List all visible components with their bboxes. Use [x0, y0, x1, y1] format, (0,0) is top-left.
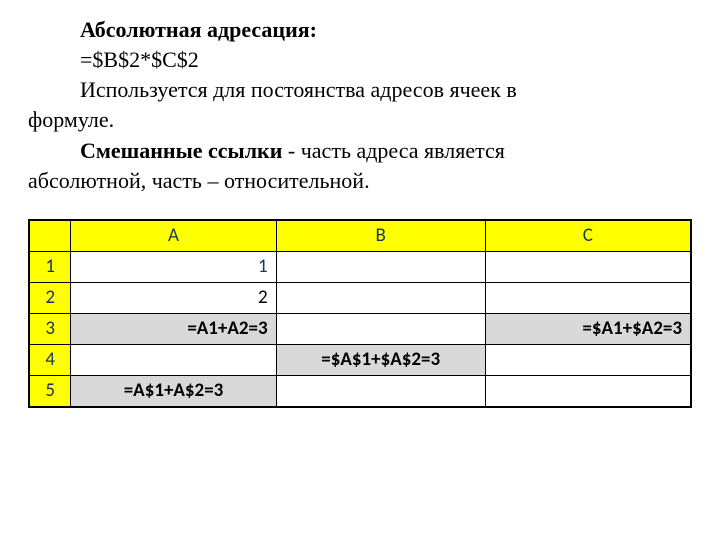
cell-B3: [276, 313, 485, 344]
cell-C3: =$A1+$A2=3: [485, 313, 690, 344]
cell-A1: 1: [71, 251, 276, 282]
sample-formula: =$B$2*$C$2: [28, 46, 692, 74]
spreadsheet: A B C 1 1 2 2 3 =A1+A2=3 =$A1+$A2=3: [28, 219, 692, 408]
row-header-5: 5: [30, 375, 71, 406]
cell-C5: [485, 375, 690, 406]
cell-B1: [276, 251, 485, 282]
row-header-3: 3: [30, 313, 71, 344]
cell-A2: 2: [71, 282, 276, 313]
cell-B2: [276, 282, 485, 313]
cell-A4: [71, 344, 276, 375]
cell-C4: [485, 344, 690, 375]
heading-absolute-addressing: Абсолютная адресация:: [28, 16, 692, 44]
body-line-1a: Используется для постоянства адресов яче…: [28, 76, 692, 104]
cell-B5: [276, 375, 485, 406]
cell-C2: [485, 282, 690, 313]
row-header-4: 4: [30, 344, 71, 375]
col-header-A: A: [71, 220, 276, 251]
header-row: A B C: [30, 220, 691, 251]
row-3: 3 =A1+A2=3 =$A1+$A2=3: [30, 313, 691, 344]
row-header-1: 1: [30, 251, 71, 282]
body-line-1b: формуле.: [28, 106, 692, 134]
cell-A5: =A$1+A$2=3: [71, 375, 276, 406]
col-header-C: C: [485, 220, 690, 251]
cell-B4: =$A$1+$A$2=3: [276, 344, 485, 375]
cell-C1: [485, 251, 690, 282]
body-line-2a: Смешанные ссылки - часть адреса является: [28, 137, 692, 165]
row-5: 5 =A$1+A$2=3: [30, 375, 691, 406]
body-line-2b: абсолютной, часть – относительной.: [28, 167, 692, 195]
row-2: 2 2: [30, 282, 691, 313]
cell-A3: =A1+A2=3: [71, 313, 276, 344]
row-4: 4 =$A$1+$A$2=3: [30, 344, 691, 375]
col-header-B: B: [276, 220, 485, 251]
row-header-2: 2: [30, 282, 71, 313]
corner-cell: [30, 220, 71, 251]
row-1: 1 1: [30, 251, 691, 282]
